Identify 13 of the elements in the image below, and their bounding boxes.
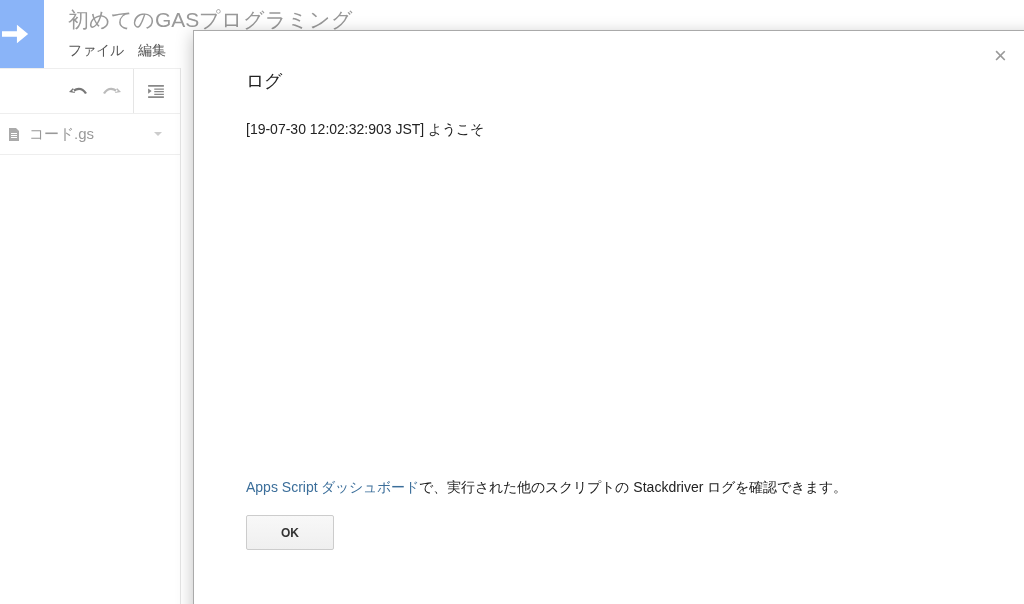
menu-item[interactable]: 編集 xyxy=(138,42,166,60)
file-item[interactable]: コード.gs xyxy=(0,114,180,155)
log-line: [19-07-30 12:02:32:903 JST] ようこそ xyxy=(246,121,486,139)
info-text: Apps Script ダッシュボード で、実行された他のスクリプトの Stackdriver ログを確認できます。 xyxy=(246,479,849,497)
dialog-title: ログ xyxy=(246,70,283,93)
document-icon xyxy=(9,127,19,141)
ok-button[interactable]: OK xyxy=(246,515,334,550)
dashboard-link[interactable]: Apps Script ダッシュボード xyxy=(246,479,420,495)
logo-tile[interactable] xyxy=(0,0,44,68)
indent-icon[interactable] xyxy=(146,84,166,98)
arrow-icon xyxy=(2,22,30,46)
menu-item[interactable]: ファイル xyxy=(68,42,124,60)
caret-icon[interactable] xyxy=(154,132,162,136)
